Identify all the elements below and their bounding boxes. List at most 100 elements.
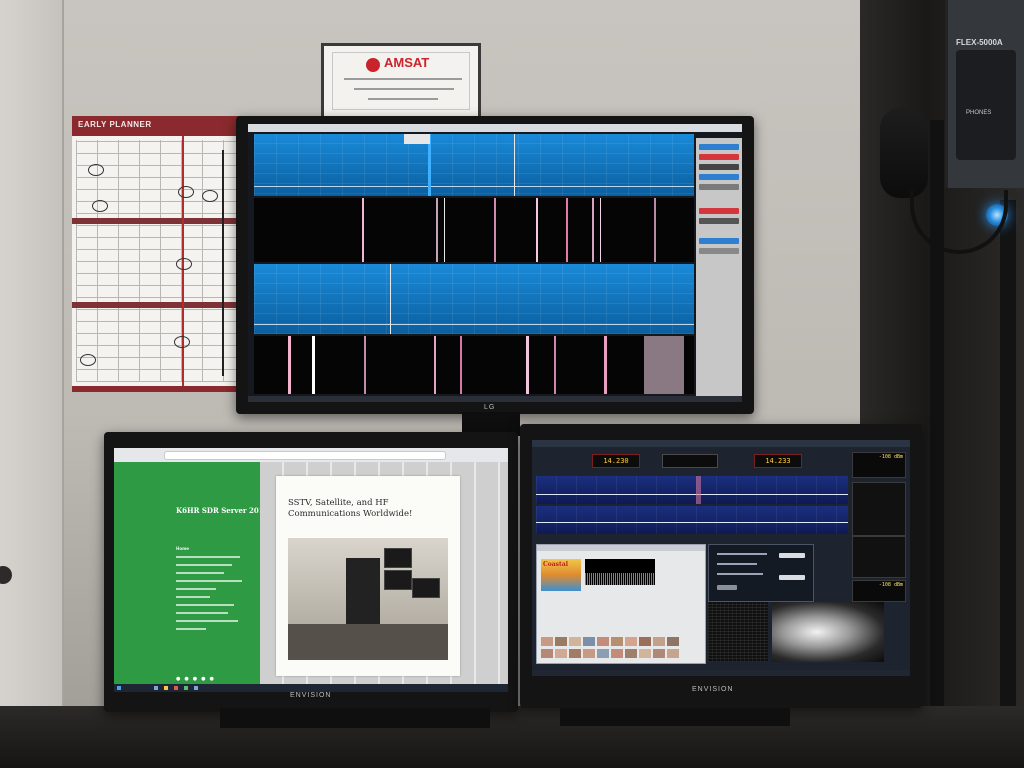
spectrum-panel-2[interactable]	[254, 264, 694, 334]
sstv-thumbnail[interactable]	[611, 637, 623, 646]
control-button[interactable]	[699, 144, 739, 150]
planner-note	[88, 164, 104, 176]
nav-link-line[interactable]	[176, 572, 224, 574]
content-card: SSTV, Satellite, and HF Communications W…	[276, 476, 460, 676]
sstv-thumbnail[interactable]	[583, 637, 595, 646]
rx-cursor[interactable]	[696, 476, 701, 504]
sdr-control-panel	[696, 138, 742, 400]
panadapter-2[interactable]	[536, 506, 848, 534]
top-monitor: LG	[236, 116, 754, 414]
planner-title: EARLY PLANNER	[78, 120, 152, 129]
flex-radio: FLEX-5000A PHONES	[945, 0, 1024, 188]
nav-link-line[interactable]	[176, 612, 228, 614]
planner-bottom-edge	[72, 386, 244, 392]
microphone-icon	[880, 108, 928, 198]
sstv-thumbnail[interactable]	[597, 649, 609, 658]
sdr-title-bar	[248, 124, 742, 132]
control-button[interactable]	[699, 218, 739, 224]
photo-rack	[346, 558, 380, 628]
sstv-thumbnail[interactable]	[639, 649, 651, 658]
sstv-title-bar	[537, 545, 705, 551]
radio-model-label: FLEX-5000A	[956, 38, 1003, 47]
nav-link-line[interactable]	[176, 604, 234, 606]
sstv-thumbnail[interactable]	[653, 649, 665, 658]
certificate-text-line	[368, 98, 438, 100]
nav-link-line[interactable]	[176, 580, 242, 582]
signal-strength-readout-2: -108 dBm	[878, 582, 903, 588]
waterfall-panel-2[interactable]	[254, 336, 694, 394]
monitor-brand-logo: ENVISION	[290, 692, 332, 699]
control-button[interactable]	[699, 208, 739, 214]
right-monitor-screen: 14.230 14.233 -108 dBm -108 dBm Coastal	[532, 440, 910, 676]
nav-link-line[interactable]	[176, 556, 240, 558]
dialog-text-line	[717, 563, 757, 565]
planner-note	[80, 354, 96, 366]
taskbar-app-icon[interactable]	[174, 686, 178, 690]
planner-note	[178, 186, 194, 198]
social-icons[interactable]: ●●●●●	[176, 676, 218, 682]
nav-link-line[interactable]	[176, 596, 210, 598]
control-button[interactable]	[699, 154, 739, 160]
signal-band	[644, 336, 684, 394]
sstv-thumbnail[interactable]	[569, 637, 581, 646]
planner-note	[176, 258, 192, 270]
dialog-field[interactable]	[717, 585, 737, 590]
vfo-b-display[interactable]: 14.233	[754, 454, 802, 468]
sstv-thumbnail[interactable]	[597, 637, 609, 646]
sstv-thumbnail[interactable]	[611, 649, 623, 658]
signal-trace	[592, 198, 594, 262]
nav-home[interactable]: Home	[176, 546, 189, 551]
panadapter-1[interactable]	[536, 476, 848, 504]
sstv-thumbnail[interactable]	[667, 649, 679, 658]
sstv-thumbnail[interactable]	[667, 637, 679, 646]
sstv-thumbnail[interactable]	[555, 637, 567, 646]
frequency-tag[interactable]	[404, 134, 430, 144]
nav-link-line[interactable]	[176, 588, 216, 590]
door-edge	[0, 0, 64, 768]
sstv-thumbnail[interactable]	[555, 649, 567, 658]
waterfall-panel-1[interactable]	[254, 198, 694, 262]
right-monitor-stand	[560, 708, 790, 726]
sstv-thumbnail[interactable]	[653, 637, 665, 646]
address-bar[interactable]	[164, 451, 446, 460]
mode-controls	[852, 536, 906, 578]
sstv-thumbnail[interactable]	[625, 637, 637, 646]
taskbar-app-icon[interactable]	[194, 686, 198, 690]
site-title[interactable]: K6HR SDR Server 2018	[176, 506, 269, 515]
control-button[interactable]	[699, 164, 739, 170]
sstv-thumbnail[interactable]	[541, 649, 553, 658]
taskbar-app-icon[interactable]	[154, 686, 158, 690]
sstv-thumbnail[interactable]	[541, 637, 553, 646]
shack-photo	[288, 538, 448, 660]
radio-settings-dialog	[708, 544, 814, 602]
tuning-marker[interactable]	[514, 134, 515, 196]
taskbar-app-icon[interactable]	[164, 686, 168, 690]
control-button[interactable]	[699, 174, 739, 180]
certificate-text-line	[344, 78, 462, 80]
sstv-thumbnail[interactable]	[639, 637, 651, 646]
signal-trace	[444, 198, 445, 262]
dialog-button[interactable]	[779, 553, 805, 558]
control-button[interactable]	[699, 248, 739, 254]
control-button[interactable]	[699, 184, 739, 190]
control-button[interactable]	[699, 238, 739, 244]
signal-trace	[362, 198, 364, 262]
taskbar-app-icon[interactable]	[184, 686, 188, 690]
start-icon[interactable]	[117, 686, 121, 690]
nav-link-line[interactable]	[176, 628, 206, 630]
sstv-audio-spectrum	[585, 559, 655, 585]
panadapter-trace	[536, 522, 848, 523]
sstv-thumbnail[interactable]	[625, 649, 637, 658]
spectrum-panel-1[interactable]	[254, 134, 694, 196]
nav-link-line[interactable]	[176, 620, 238, 622]
nav-link-line[interactable]	[176, 564, 232, 566]
tuning-marker[interactable]	[390, 264, 391, 334]
signal-trace	[604, 336, 607, 394]
amsat-certificate: AMSAT	[321, 43, 481, 119]
signal-trace	[566, 198, 568, 262]
powersdr-menubar	[532, 440, 910, 447]
dialog-button[interactable]	[779, 575, 805, 580]
sstv-thumbnail[interactable]	[569, 649, 581, 658]
vfo-a-display[interactable]: 14.230	[592, 454, 640, 468]
sstv-thumbnail[interactable]	[583, 649, 595, 658]
